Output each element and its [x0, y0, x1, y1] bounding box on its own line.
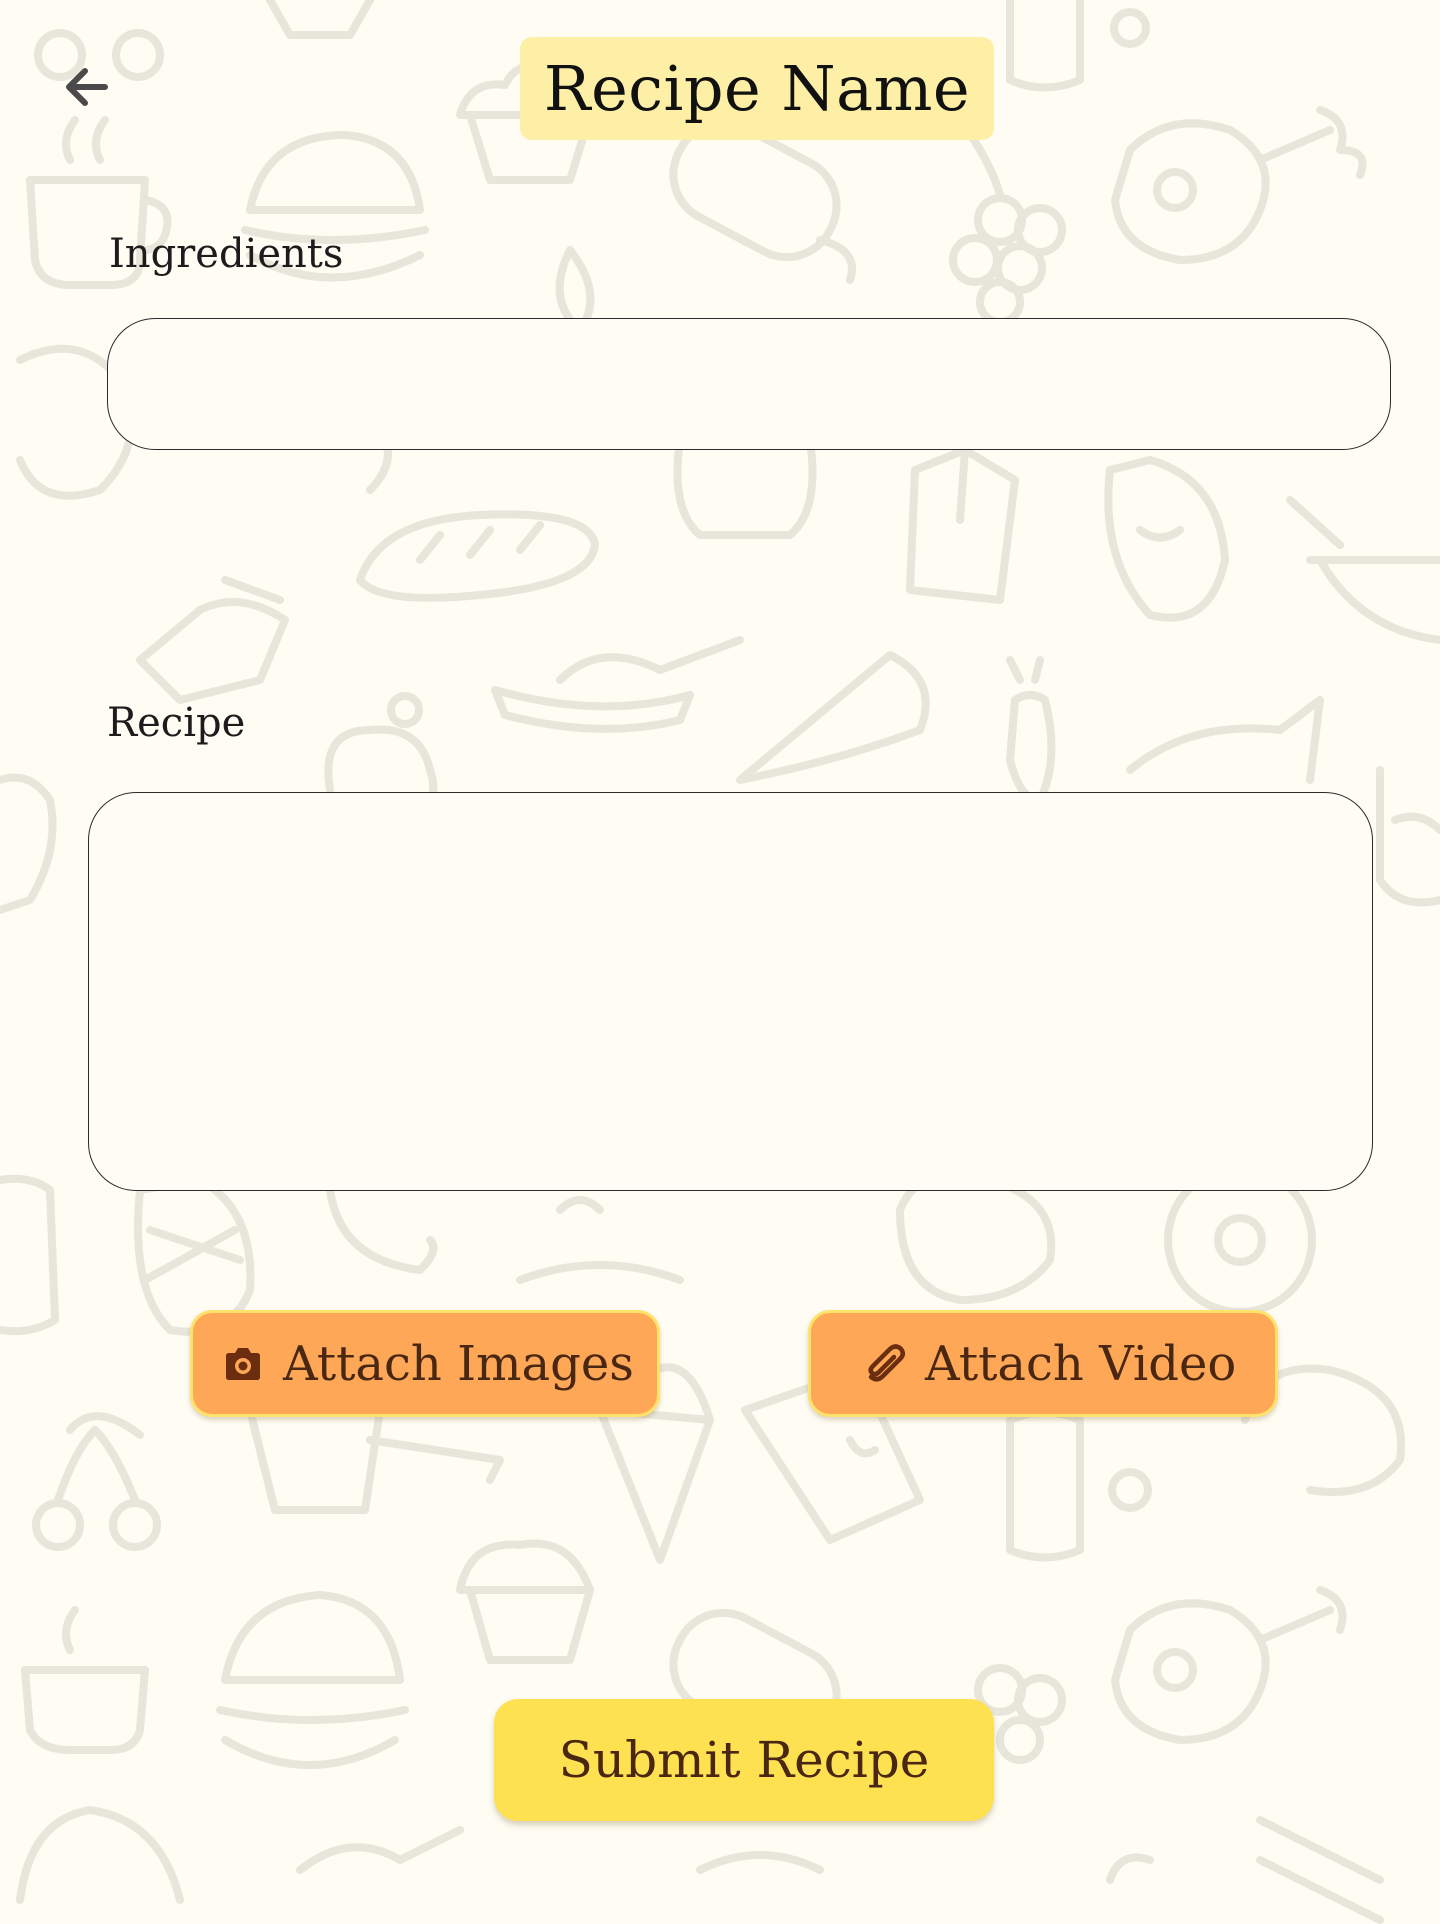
submit-recipe-button[interactable]: Submit Recipe	[494, 1699, 994, 1821]
attach-video-label: Attach Video	[925, 1335, 1237, 1392]
camera-icon	[221, 1342, 265, 1386]
attach-images-button[interactable]: Attach Images	[190, 1310, 660, 1417]
attach-images-label: Attach Images	[283, 1335, 634, 1392]
back-button[interactable]	[58, 62, 114, 112]
paperclip-icon	[863, 1342, 907, 1386]
recipe-textarea[interactable]	[88, 792, 1373, 1191]
arrow-left-icon	[66, 68, 108, 106]
page-title: Recipe Name	[520, 37, 994, 140]
ingredients-input[interactable]	[107, 318, 1391, 450]
ingredients-label: Ingredients	[109, 231, 344, 277]
attach-video-button[interactable]: Attach Video	[808, 1310, 1278, 1417]
recipe-label: Recipe	[107, 700, 246, 746]
